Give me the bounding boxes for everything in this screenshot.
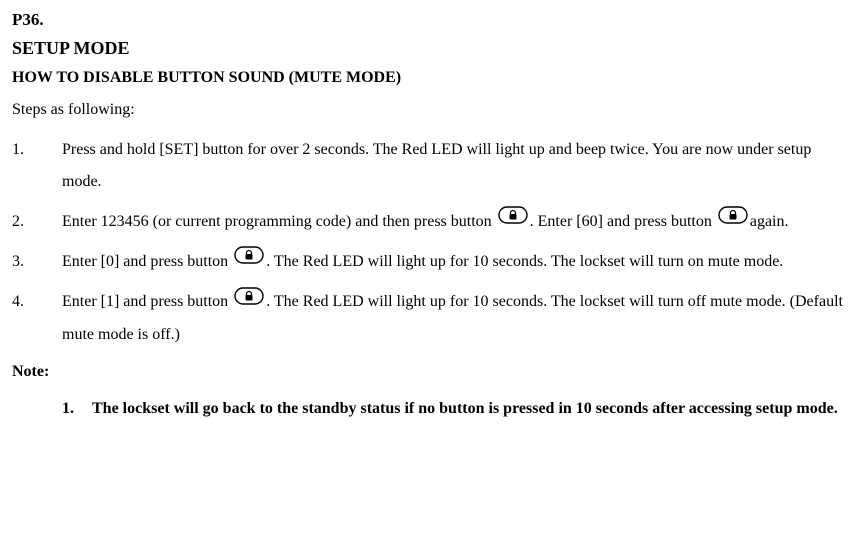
step-item: 3.Enter [0] and press button . The Red L… (12, 246, 845, 278)
step-number: 4. (12, 286, 62, 350)
lock-button-icon (234, 285, 264, 317)
notes-list: 1.The lockset will go back to the standb… (12, 393, 845, 425)
lock-button-icon (234, 244, 264, 276)
page-number: P36. (12, 8, 845, 32)
steps-intro: Steps as following: (12, 99, 845, 121)
lock-button-icon (498, 204, 528, 236)
step-number: 2. (12, 206, 62, 238)
page-title: SETUP MODE (12, 36, 845, 61)
step-item: 2.Enter 123456 (or current programming c… (12, 206, 845, 238)
note-heading: Note: (12, 361, 845, 383)
step-item: 4.Enter [1] and press button . The Red L… (12, 286, 845, 350)
steps-list: 1.Press and hold [SET] button for over 2… (12, 134, 845, 351)
step-number: 1. (12, 134, 62, 198)
note-text: The lockset will go back to the standby … (92, 393, 845, 425)
step-text: Enter 123456 (or current programming cod… (62, 206, 845, 238)
step-number: 3. (12, 246, 62, 278)
note-number: 1. (62, 393, 92, 425)
lock-button-icon (718, 204, 748, 236)
note-item: 1.The lockset will go back to the standb… (62, 393, 845, 425)
page-subtitle: HOW TO DISABLE BUTTON SOUND (MUTE MODE) (12, 67, 845, 89)
step-text: Enter [0] and press button . The Red LED… (62, 246, 845, 278)
step-text: Press and hold [SET] button for over 2 s… (62, 134, 845, 198)
step-text: Enter [1] and press button . The Red LED… (62, 286, 845, 350)
step-item: 1.Press and hold [SET] button for over 2… (12, 134, 845, 198)
